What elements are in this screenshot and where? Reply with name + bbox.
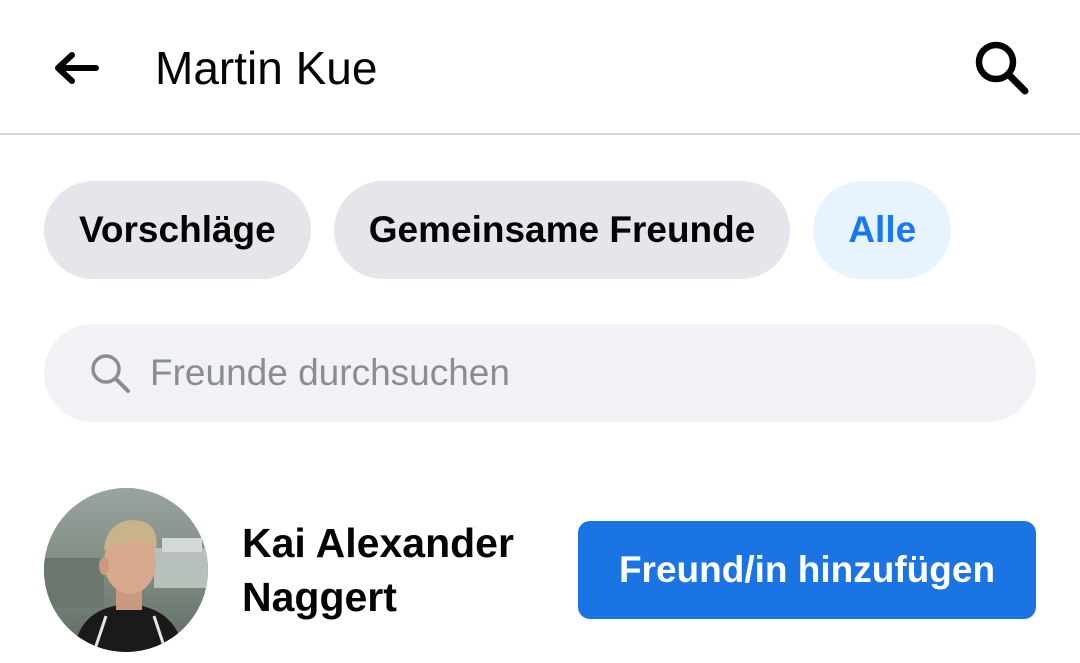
top-bar: Martin Kue xyxy=(0,0,1080,135)
chip-all[interactable]: Alle xyxy=(813,181,952,279)
page-title: Martin Kue xyxy=(155,42,378,94)
arrow-left-icon xyxy=(55,52,99,84)
back-button[interactable] xyxy=(40,38,112,98)
chip-suggestions[interactable]: Vorschläge xyxy=(44,181,311,279)
chip-mutual-friends[interactable]: Gemeinsame Freunde xyxy=(333,181,791,279)
friends-search-bar[interactable] xyxy=(44,324,1036,422)
friend-name[interactable]: Kai Alexander Naggert xyxy=(242,516,562,624)
search-button[interactable] xyxy=(962,36,1042,100)
search-icon xyxy=(975,41,1029,95)
filter-chips: Vorschläge Gemeinsame Freunde Alle xyxy=(44,181,952,279)
add-friend-button[interactable]: Freund/in hinzufügen xyxy=(578,521,1036,619)
list-item: Kai Alexander Naggert Freund/in hinzufüg… xyxy=(44,488,1036,663)
avatar[interactable] xyxy=(44,488,208,652)
search-icon xyxy=(88,351,132,395)
friends-search-input[interactable] xyxy=(150,352,970,394)
